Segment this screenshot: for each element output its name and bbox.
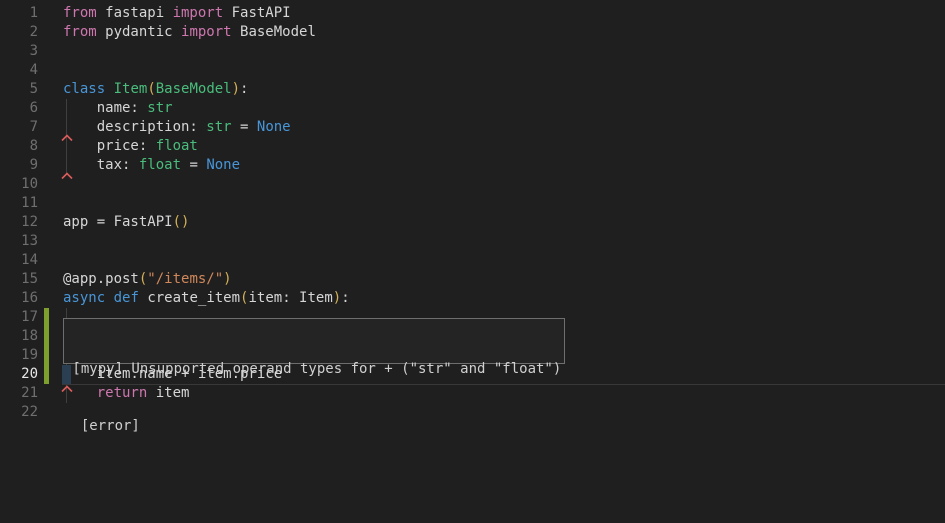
- code-line[interactable]: 11: [0, 194, 945, 213]
- line-number: 22: [0, 403, 38, 422]
- line-number: 16: [0, 289, 38, 308]
- code-text: class Item(BaseModel):: [63, 80, 248, 99]
- line-number: 6: [0, 99, 38, 118]
- error-caret-icon: [61, 129, 73, 148]
- code-text: async def create_item(item: Item):: [63, 289, 350, 308]
- code-text: description: str = None: [63, 118, 291, 137]
- code-text: name: str: [63, 99, 173, 118]
- code-line[interactable]: 13: [0, 232, 945, 251]
- line-number: 19: [0, 346, 38, 365]
- code-text: price: float: [63, 137, 198, 156]
- line-number: 11: [0, 194, 38, 213]
- line-number: 21: [0, 384, 38, 403]
- code-text: from pydantic import BaseModel: [63, 23, 316, 42]
- code-line[interactable]: 10: [0, 175, 945, 194]
- line-number: 1: [0, 4, 38, 23]
- diagnostic-tooltip: [mypy] Unsupported operand types for + (…: [63, 318, 565, 364]
- line-number: 9: [0, 156, 38, 175]
- code-line[interactable]: 4: [0, 61, 945, 80]
- code-line[interactable]: 12 app = FastAPI(): [0, 213, 945, 232]
- line-number: 18: [0, 327, 38, 346]
- code-line[interactable]: 15 @app.post("/items/"): [0, 270, 945, 289]
- code-line[interactable]: 9 tax: float = None: [0, 156, 945, 175]
- code-editor[interactable]: 1 from fastapi import FastAPI 2 from pydant…: [0, 0, 945, 523]
- line-number: 14: [0, 251, 38, 270]
- code-text: tax: float = None: [63, 156, 240, 175]
- line-number: 3: [0, 42, 38, 61]
- code-line[interactable]: 5 class Item(BaseModel):: [0, 80, 945, 99]
- line-number: 17: [0, 308, 38, 327]
- code-line[interactable]: 1 from fastapi import FastAPI: [0, 4, 945, 23]
- code-text: @app.post("/items/"): [63, 270, 232, 289]
- code-line[interactable]: 16 async def create_item(item: Item):: [0, 289, 945, 308]
- line-number: 5: [0, 80, 38, 99]
- line-number: 15: [0, 270, 38, 289]
- code-line[interactable]: 14: [0, 251, 945, 270]
- line-number: 2: [0, 23, 38, 42]
- code-line[interactable]: 3: [0, 42, 945, 61]
- code-line[interactable]: 8 price: float: [0, 137, 945, 156]
- code-line[interactable]: 2 from pydantic import BaseModel: [0, 23, 945, 42]
- code-text: app = FastAPI(): [63, 213, 189, 232]
- line-number: 7: [0, 118, 38, 137]
- tooltip-severity: [error]: [64, 417, 564, 436]
- line-number: 12: [0, 213, 38, 232]
- line-number: 10: [0, 175, 38, 194]
- code-line[interactable]: 6 name: str: [0, 99, 945, 118]
- line-number: 20: [0, 365, 38, 384]
- line-number: 13: [0, 232, 38, 251]
- error-caret-icon: [61, 167, 73, 186]
- line-number: 4: [0, 61, 38, 80]
- line-number: 8: [0, 137, 38, 156]
- tooltip-message: [mypy] Unsupported operand types for + (…: [64, 360, 564, 379]
- code-line[interactable]: 7 description: str = None: [0, 118, 945, 137]
- code-text: from fastapi import FastAPI: [63, 4, 291, 23]
